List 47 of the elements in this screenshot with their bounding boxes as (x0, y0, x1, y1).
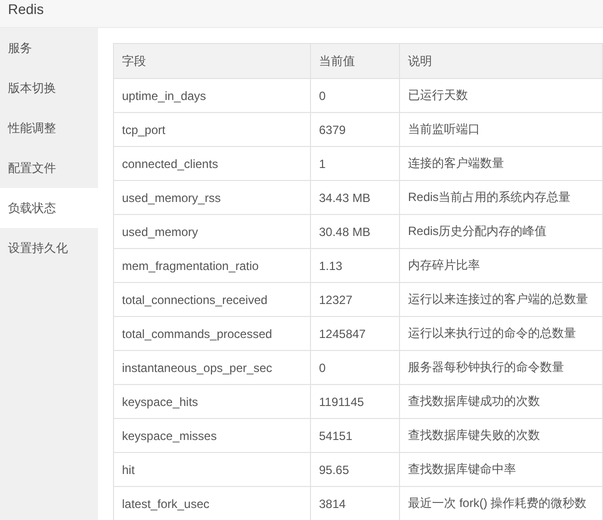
table-cell: 连接的客户端数量 (400, 146, 602, 180)
table-cell: 查找数据库键失败的次数 (400, 418, 602, 452)
column-header: 字段 (114, 44, 310, 78)
table-cell: 内存碎片比率 (400, 248, 602, 282)
table-cell: 34.43 MB (310, 180, 400, 214)
sidebar-item[interactable]: 性能调整 (0, 108, 98, 148)
column-header: 说明 (400, 44, 602, 78)
table-cell: total_commands_processed (114, 316, 310, 350)
table-cell: 1245847 (310, 316, 400, 350)
table-cell: 6379 (310, 112, 400, 146)
table-cell: 0 (310, 78, 400, 112)
sidebar-item[interactable]: 服务 (0, 28, 98, 68)
table-cell: 95.65 (310, 452, 400, 486)
table-cell: total_connections_received (114, 282, 310, 316)
table-cell: used_memory_rss (114, 180, 310, 214)
table-cell: 54151 (310, 418, 400, 452)
table-cell: Redis当前占用的系统内存总量 (400, 180, 602, 214)
sidebar-item[interactable]: 负载状态 (0, 188, 98, 228)
table-cell: 30.48 MB (310, 214, 400, 248)
table-cell: hit (114, 452, 310, 486)
table-cell: 已运行天数 (400, 78, 602, 112)
table-cell: connected_clients (114, 146, 310, 180)
table-cell: latest_fork_usec (114, 486, 310, 520)
table-cell: keyspace_misses (114, 418, 310, 452)
table-cell: 1191145 (310, 384, 400, 418)
table-cell: 12327 (310, 282, 400, 316)
table-cell: 1 (310, 146, 400, 180)
table-cell: tcp_port (114, 112, 310, 146)
table-cell: 运行以来执行过的命令的总数量 (400, 316, 602, 350)
table-cell: keyspace_hits (114, 384, 310, 418)
sidebar-item[interactable]: 设置持久化 (0, 228, 98, 268)
table-cell: 查找数据库键成功的次数 (400, 384, 602, 418)
table-cell: 当前监听端口 (400, 112, 602, 146)
table-cell: 服务器每秒钟执行的命令数量 (400, 350, 602, 384)
table-cell: 查找数据库键命中率 (400, 452, 602, 486)
table-cell: uptime_in_days (114, 78, 310, 112)
table-cell: 0 (310, 350, 400, 384)
sidebar-item[interactable]: 版本切换 (0, 68, 98, 108)
column-header: 当前值 (310, 44, 400, 78)
table-cell: Redis历史分配内存的峰值 (400, 214, 602, 248)
table-cell: 运行以来连接过的客户端的总数量 (400, 282, 602, 316)
sidebar-item[interactable]: 配置文件 (0, 148, 98, 188)
window-title: Redis (8, 0, 44, 16)
table-cell: instantaneous_ops_per_sec (114, 350, 310, 384)
table-cell: used_memory (114, 214, 310, 248)
table-cell: 1.13 (310, 248, 400, 282)
table-cell: mem_fragmentation_ratio (114, 248, 310, 282)
